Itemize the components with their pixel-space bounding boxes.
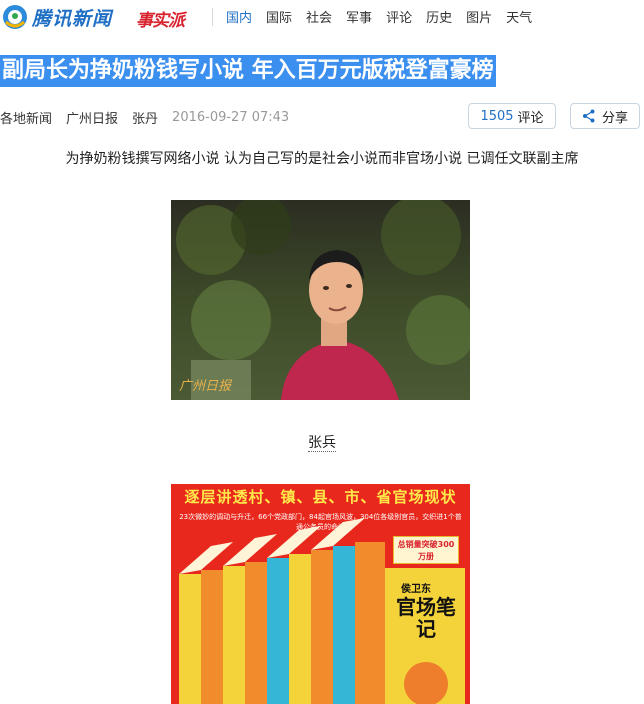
share-button[interactable]: 分享 xyxy=(570,103,640,129)
nav-item-international[interactable]: 国际 xyxy=(266,7,292,26)
share-icon xyxy=(582,109,595,123)
article-title: 副局长为挣奶粉钱写小说 年入百万元版税登富豪榜 xyxy=(0,55,496,87)
nav-item-weather[interactable]: 天气 xyxy=(506,7,532,26)
book-cover-image: 逐层讲透村、镇、县、市、省官场现状 23次微妙的调动与升迁，66个党政部门，84… xyxy=(171,484,470,704)
person-photo: 广州日报 xyxy=(171,200,470,400)
comment-count: 1505 xyxy=(480,108,514,124)
article-title-wrap: 副局长为挣奶粉钱写小说 年入百万元版税登富豪榜 xyxy=(0,55,496,87)
header-divider xyxy=(212,8,213,26)
tencent-news-logo[interactable]: 腾讯新闻 xyxy=(0,2,112,32)
comment-label: 评论 xyxy=(517,110,544,126)
book-author: 侯卫东 xyxy=(401,584,431,595)
nav-item-military[interactable]: 军事 xyxy=(346,7,372,26)
main-nav: 国内 国际 社会 军事 评论 历史 图片 天气 xyxy=(226,7,546,26)
article-time: 2016-09-27 07:43 xyxy=(172,110,290,125)
nav-item-history[interactable]: 历史 xyxy=(426,7,452,26)
article-lead: 为挣奶粉钱撰写网络小说 认为自己写的是社会小说而非官场小说 已调任文联副主席 xyxy=(65,151,579,167)
nav-item-photos[interactable]: 图片 xyxy=(466,7,492,26)
article-source[interactable]: 各地新闻 xyxy=(0,108,52,127)
nav-item-opinion[interactable]: 评论 xyxy=(386,7,412,26)
book-title: 官场笔记 xyxy=(396,595,456,641)
article-paper: 广州日报 xyxy=(66,112,119,127)
nav-item-society[interactable]: 社会 xyxy=(306,7,332,26)
shishipai-brand[interactable]: 事实派 xyxy=(136,6,185,31)
photo-watermark: 广州日报 xyxy=(179,379,233,394)
photo-caption: 张兵 xyxy=(0,432,644,452)
logo-text: 腾讯新闻 xyxy=(32,7,113,30)
article-meta: 各地新闻 广州日报 张丹 2016-09-27 07:43 xyxy=(0,108,303,127)
tencent-logo-icon xyxy=(3,5,27,29)
nav-item-domestic[interactable]: 国内 xyxy=(226,7,252,26)
caption-link[interactable]: 张兵 xyxy=(308,435,336,452)
article-author: 张丹 xyxy=(132,112,159,127)
site-header: 腾讯新闻 事实派 国内 国际 社会 军事 评论 历史 图片 天气 xyxy=(0,0,644,34)
article-photo: 广州日报 xyxy=(171,200,470,400)
share-label: 分享 xyxy=(601,110,628,126)
comment-button[interactable]: 1505 评论 xyxy=(468,103,556,129)
